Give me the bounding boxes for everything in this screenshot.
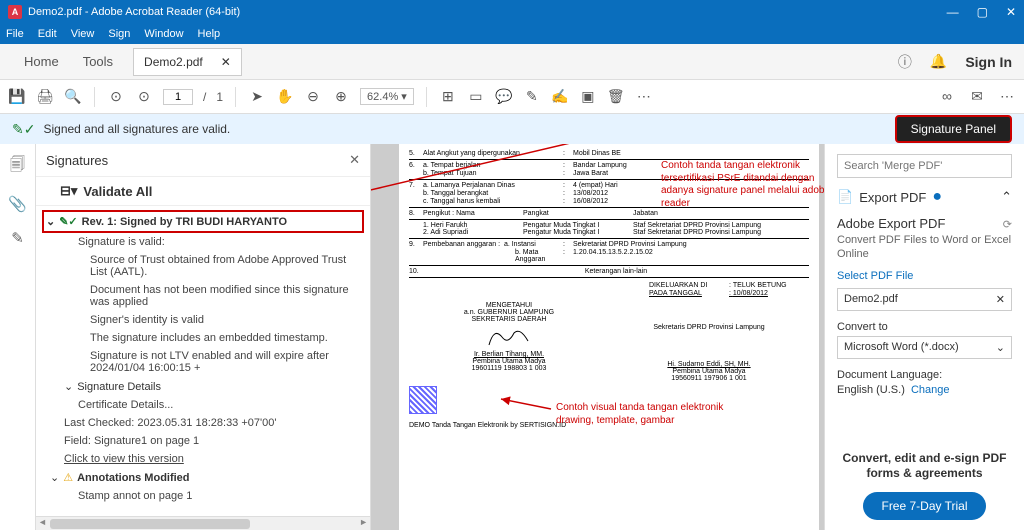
print-icon[interactable]: 🖨 xyxy=(36,88,54,105)
comment-icon[interactable]: 💬 xyxy=(495,88,513,105)
chevron-down-icon[interactable]: ⌄ xyxy=(50,471,59,484)
highlight-icon[interactable]: ✎ xyxy=(523,88,541,105)
window-title: Demo2.pdf - Adobe Acrobat Reader (64-bit… xyxy=(28,6,947,18)
delete-icon[interactable]: 🗑 xyxy=(607,88,625,105)
export-desc: Convert PDF Files to Word or Excel Onlin… xyxy=(837,233,1012,262)
chevron-up-icon[interactable]: ⌃ xyxy=(1001,189,1012,205)
field-text: Field: Signature1 on page 1 xyxy=(42,432,364,450)
signature-rev1-label: Rev. 1: Signed by TRI BUDI HARYANTO xyxy=(82,216,287,228)
menu-file[interactable]: File xyxy=(6,28,24,40)
search-input[interactable] xyxy=(837,154,1012,178)
stamp-icon[interactable]: ▣ xyxy=(579,88,597,105)
annotation-bottom: Contoh visual tanda tangan elektronik dr… xyxy=(556,402,756,427)
click-view-version-link[interactable]: Click to view this version xyxy=(42,450,364,468)
convert-to-label: Convert to xyxy=(837,321,1012,333)
document-language-value: English (U.S.) xyxy=(837,384,905,396)
document-tab-label: Demo2.pdf xyxy=(144,55,203,69)
maximize-icon[interactable]: ▢ xyxy=(977,5,988,19)
menu-view[interactable]: View xyxy=(71,28,95,40)
sig-notmodified-text: Document has not been modified since thi… xyxy=(42,281,364,311)
page-total: 1 xyxy=(216,90,223,104)
promo-text: Convert, edit and e-sign PDF forms & agr… xyxy=(837,451,1012,482)
selected-file-field[interactable]: Demo2.pdf✕ xyxy=(837,288,1012,311)
menu-edit[interactable]: Edit xyxy=(38,28,57,40)
minimize-icon[interactable]: — xyxy=(947,5,959,19)
fit-width-icon[interactable]: ⊞ xyxy=(439,88,457,105)
nav-tools[interactable]: Tools xyxy=(71,48,125,75)
close-panel-icon[interactable]: ✕ xyxy=(349,152,360,168)
zoom-select[interactable]: 62.4% ▾ xyxy=(360,88,414,105)
sign-in-button[interactable]: Sign In xyxy=(965,54,1012,70)
sign-icon[interactable]: ✍ xyxy=(551,88,569,105)
signature-valid-icon: ✎✓ xyxy=(12,121,35,138)
refresh-icon[interactable]: ⟳ xyxy=(1003,218,1012,231)
email-icon[interactable]: ✉ xyxy=(968,88,986,105)
search-icon[interactable]: 🔍 xyxy=(64,88,82,105)
adobe-export-title: Adobe Export PDF xyxy=(837,216,945,231)
signature-details-head[interactable]: ⌄ Signature Details xyxy=(42,377,364,396)
signature-panel-button[interactable]: Signature Panel xyxy=(895,115,1012,143)
select-icon[interactable]: ➤ xyxy=(248,88,266,105)
signatures-rail-icon[interactable]: ✎ xyxy=(11,229,24,247)
signature-status-text: Signed and all signatures are valid. xyxy=(43,122,230,136)
zoom-in-icon[interactable]: ⊕ xyxy=(332,88,350,105)
chevron-down-icon[interactable]: ⌄ xyxy=(46,215,55,228)
convert-target-select[interactable]: Microsoft Word (*.docx)⌄ xyxy=(837,336,1012,359)
bell-icon[interactable]: 🔔 xyxy=(930,53,947,70)
zoom-out-icon[interactable]: ⊖ xyxy=(304,88,322,105)
thumbnails-icon[interactable]: 🗐 xyxy=(10,154,25,179)
menu-help[interactable]: Help xyxy=(198,28,221,40)
export-pdf-label[interactable]: Export PDF xyxy=(859,190,926,205)
menu-window[interactable]: Window xyxy=(144,28,183,40)
save-icon[interactable]: 💾 xyxy=(8,88,26,105)
menu-icon[interactable]: ⋯ xyxy=(998,88,1016,105)
sig-identity-text: Signer's identity is valid xyxy=(42,311,364,329)
annotations-modified-head[interactable]: ⌄ ⚠ Annotations Modified xyxy=(42,468,364,487)
stamp-annot-text: Stamp annot on page 1 xyxy=(42,487,364,505)
chevron-down-icon[interactable]: ⌄ xyxy=(64,380,73,393)
signatures-panel-title: Signatures xyxy=(46,153,108,168)
document-view[interactable]: 5.Alat Angkut yang dipergunakan:Mobil Di… xyxy=(371,144,824,530)
page-down-icon[interactable]: ⊙ xyxy=(135,88,153,105)
change-language-link[interactable]: Change xyxy=(911,384,950,396)
sig-source-text: Source of Trust obtained from Adobe Appr… xyxy=(42,251,364,281)
clear-file-icon[interactable]: ✕ xyxy=(996,293,1005,306)
nav-home[interactable]: Home xyxy=(12,48,71,75)
signature-image xyxy=(484,325,534,349)
qr-code xyxy=(409,386,437,414)
panel-h-scrollbar[interactable] xyxy=(36,516,370,530)
share-icon[interactable]: ∞ xyxy=(938,88,956,105)
hand-icon[interactable]: ✋ xyxy=(276,88,294,105)
info-dot-icon[interactable]: ● xyxy=(932,188,942,206)
document-language-label: Document Language: xyxy=(837,369,1012,381)
document-tab[interactable]: Demo2.pdf ✕ xyxy=(133,48,242,76)
validate-all-button[interactable]: Validate All xyxy=(83,184,152,199)
validate-menu-icon[interactable]: ⊟▾ xyxy=(60,183,77,199)
certificate-details-link[interactable]: Certificate Details... xyxy=(42,396,364,414)
attachments-icon[interactable]: 📎 xyxy=(8,195,27,213)
more-icon[interactable]: ⋯ xyxy=(635,88,653,105)
signature-badge-icon: ✎✓ xyxy=(59,215,77,228)
free-trial-button[interactable]: Free 7-Day Trial xyxy=(863,492,985,520)
fit-page-icon[interactable]: ▭ xyxy=(467,88,485,105)
warning-icon: ⚠ xyxy=(63,471,73,484)
last-checked-text: Last Checked: 2023.05.31 18:28:33 +07'00… xyxy=(42,414,364,432)
page-up-icon[interactable]: ⊙ xyxy=(107,88,125,105)
close-tab-icon[interactable]: ✕ xyxy=(221,55,231,69)
chevron-down-icon[interactable]: ⌄ xyxy=(996,341,1005,354)
menu-sign[interactable]: Sign xyxy=(108,28,130,40)
export-pdf-icon: 📄 xyxy=(837,189,853,205)
page-separator: / xyxy=(203,90,206,104)
select-pdf-link[interactable]: Select PDF File xyxy=(837,270,1012,282)
sig-ltv-text: Signature is not LTV enabled and will ex… xyxy=(42,347,364,377)
sig-valid-text: Signature is valid: xyxy=(42,233,364,251)
annotation-top: Contoh tanda tangan elektronik tersertif… xyxy=(661,160,824,210)
signature-rev1[interactable]: ⌄ ✎✓ Rev. 1: Signed by TRI BUDI HARYANTO xyxy=(42,210,364,233)
page-current-input[interactable] xyxy=(163,89,193,105)
close-icon[interactable]: ✕ xyxy=(1006,5,1016,19)
sig-timestamp-text: The signature includes an embedded times… xyxy=(42,329,364,347)
alert-icon[interactable]: ⓘ xyxy=(898,52,912,72)
app-icon: A xyxy=(8,5,22,19)
